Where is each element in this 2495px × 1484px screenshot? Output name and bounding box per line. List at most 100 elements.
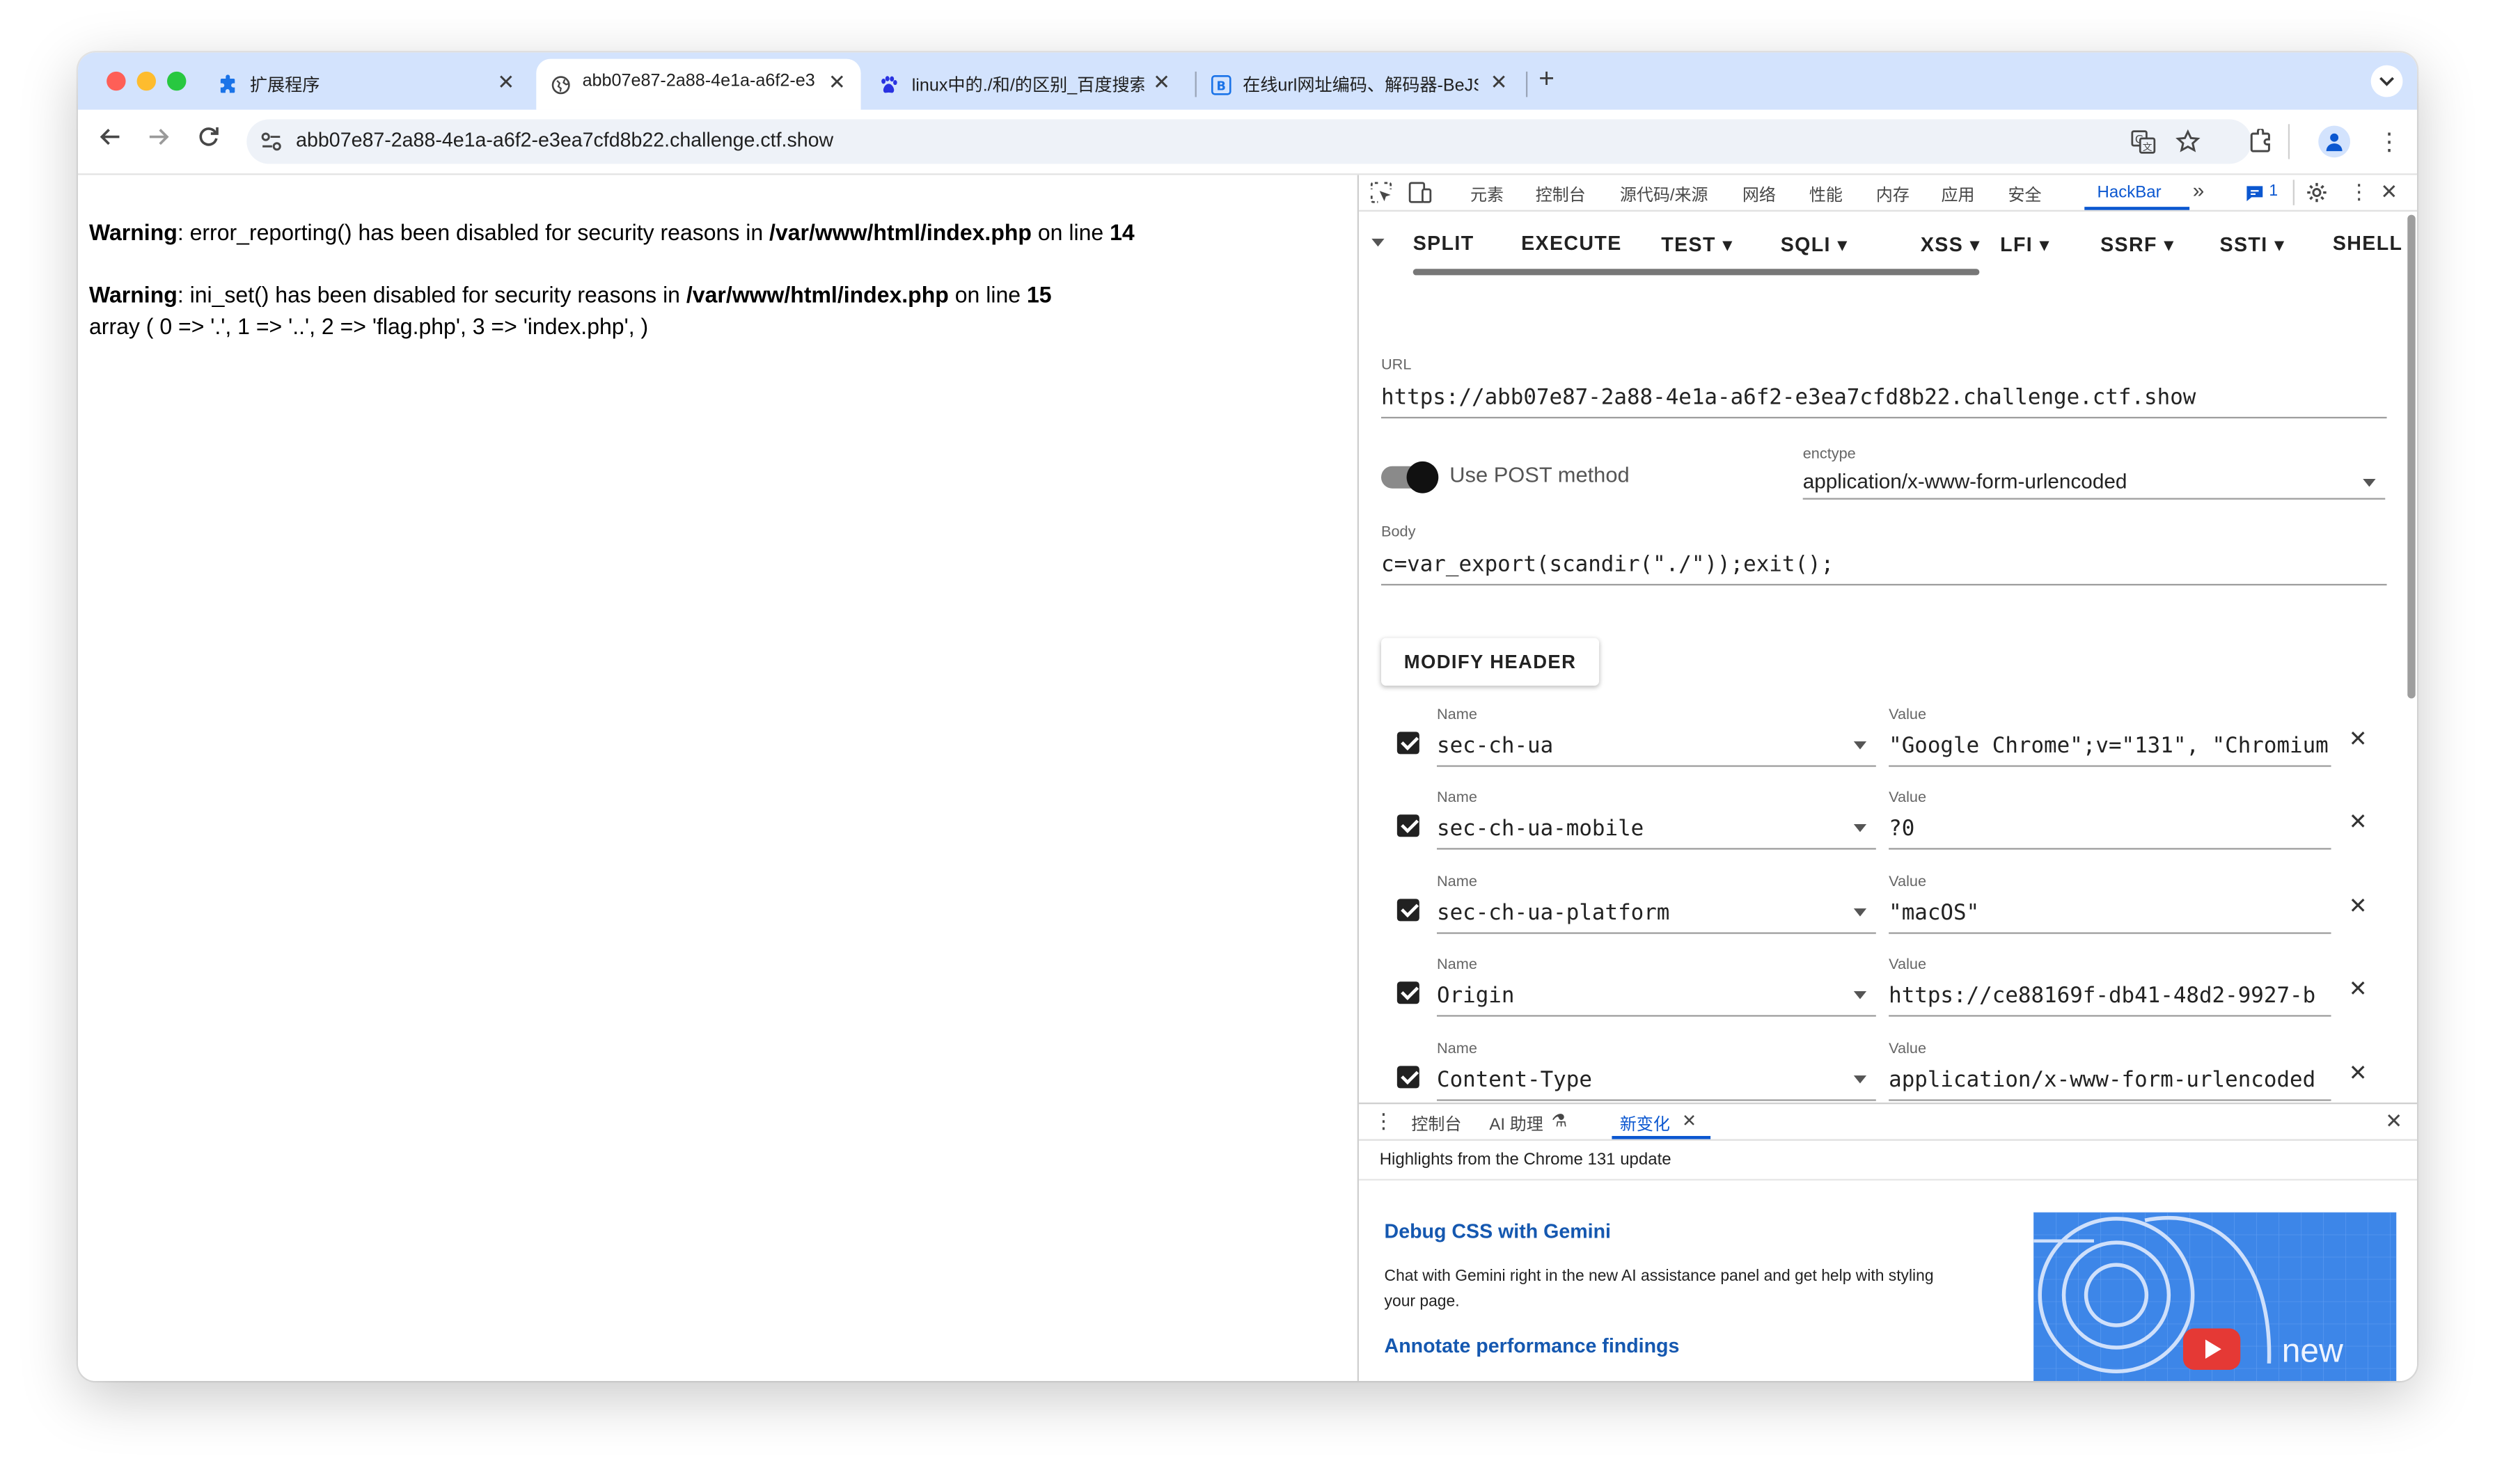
kebab-menu-icon[interactable]: ⋮ — [2377, 127, 2401, 156]
forward-arrow-icon[interactable] — [143, 126, 175, 153]
remove-header-icon[interactable]: ✕ — [2349, 725, 2368, 752]
reload-icon[interactable] — [193, 126, 225, 153]
more-tabs-chevron-icon[interactable]: » — [2193, 178, 2205, 202]
header-value-input[interactable]: "Google Chrome";v="131", "Chromium";v="1… — [1889, 734, 2331, 759]
hackbar-scrollbar[interactable] — [2407, 214, 2416, 699]
url-underline — [1380, 416, 2387, 419]
header-name-input[interactable]: sec-ch-ua — [1437, 734, 1834, 759]
whats-new-link-debug-css[interactable]: Debug CSS with Gemini — [1385, 1220, 1611, 1242]
hackbar-sqli-menu[interactable]: SQLI ▾ — [1781, 232, 1848, 256]
header-name-dropdown-arrow[interactable] — [1853, 823, 1867, 832]
hackbar-menu-scrollbar[interactable] — [1412, 269, 1980, 276]
tab-title: abb07e87-2a88-4e1a-a6f2-e3ea7cfd8b22 — [582, 71, 815, 91]
header-value-underline — [1889, 932, 2331, 934]
inspect-element-icon[interactable] — [1370, 182, 1392, 204]
header-name-dropdown-arrow[interactable] — [1853, 1075, 1867, 1084]
hackbar-ssrf-menu[interactable]: SSRF ▾ — [2100, 232, 2175, 256]
hackbar-menu-caret[interactable] — [1371, 238, 1385, 247]
hackbar-execute-button[interactable]: EXECUTE — [1521, 232, 1622, 255]
post-method-toggle[interactable] — [1380, 461, 1439, 494]
site-settings-icon[interactable] — [261, 132, 282, 151]
header-name-dropdown-arrow[interactable] — [1853, 741, 1867, 750]
tab-baidu[interactable]: linux中的./和/的区别_百度搜索 ✕ — [867, 59, 1189, 110]
bookmark-star-icon[interactable] — [2175, 129, 2201, 155]
issues-icon[interactable] — [2245, 184, 2264, 202]
device-toolbar-icon[interactable] — [1408, 182, 1432, 204]
remove-header-icon[interactable]: ✕ — [2349, 975, 2368, 1002]
tab-challenge[interactable]: abb07e87-2a88-4e1a-a6f2-e3ea7cfd8b22 ✕ — [536, 58, 861, 110]
close-devtools-icon[interactable]: ✕ — [2380, 180, 2398, 205]
drawer-tab-console[interactable]: 控制台 — [1411, 1112, 1461, 1136]
remove-header-icon[interactable]: ✕ — [2349, 892, 2368, 919]
close-tab-icon[interactable]: ✕ — [1151, 70, 1173, 96]
header-enabled-checkbox[interactable] — [1396, 814, 1419, 837]
play-button-icon[interactable] — [2182, 1328, 2241, 1370]
header-value-label: Value — [1889, 956, 1927, 974]
devtools-divider — [2292, 180, 2295, 205]
whats-new-link-annotate[interactable]: Annotate performance findings — [1385, 1335, 1680, 1357]
close-drawer-icon[interactable]: ✕ — [2385, 1109, 2402, 1135]
hackbar-shell-menu[interactable]: SHELL — [2333, 232, 2409, 255]
devtools-menu-kebab-icon[interactable]: ⋮ — [2349, 180, 2370, 205]
devtools-tab-security[interactable]: 安全 — [2008, 183, 2042, 207]
devtools-tab-hackbar[interactable]: HackBar — [2097, 183, 2162, 202]
tab-bejson[interactable]: B 在线url网址编码、解码器-BeJSON ✕ — [1202, 59, 1520, 110]
close-drawer-tab-icon[interactable]: ✕ — [1682, 1110, 1697, 1131]
drawer-tabbar: ⋮ 控制台 AI 助理 ⚗ 新变化 ✕ ✕ — [1358, 1104, 2417, 1141]
hackbar-lfi-menu[interactable]: LFI ▾ — [2000, 232, 2050, 256]
tab-search-button[interactable] — [2370, 65, 2403, 97]
header-value-input[interactable]: "macOS" — [1889, 901, 2331, 926]
back-arrow-icon[interactable] — [94, 126, 126, 153]
enctype-dropdown-arrow[interactable] — [2363, 478, 2376, 487]
close-tab-icon[interactable]: ✕ — [495, 70, 517, 96]
devtools-tab-network[interactable]: 网络 — [1742, 183, 1776, 207]
header-name-input[interactable]: Content-Type — [1437, 1068, 1834, 1094]
modify-header-button[interactable]: MODIFY HEADER — [1380, 638, 1600, 686]
hackbar-split-button[interactable]: SPLIT — [1413, 232, 1474, 255]
address-bar[interactable]: abb07e87-2a88-4e1a-a6f2-e3ea7cfd8b22.cha… — [246, 119, 2252, 164]
header-value-input[interactable]: application/x-www-form-urlencoded — [1889, 1068, 2331, 1094]
remove-header-icon[interactable]: ✕ — [2349, 808, 2368, 835]
profile-avatar[interactable] — [2318, 125, 2350, 158]
header-name-label: Name — [1436, 956, 1477, 974]
header-value-input[interactable]: https://ce88169f-db41-48d2-9927-b — [1889, 984, 2331, 1009]
header-name-dropdown-arrow[interactable] — [1853, 908, 1867, 917]
hackbar-body-input[interactable]: c=var_export(scandir("./"));exit(); — [1381, 552, 2384, 578]
extensions-icon[interactable] — [2249, 129, 2274, 155]
remove-header-icon[interactable]: ✕ — [2349, 1059, 2368, 1087]
hackbar-test-menu[interactable]: TEST ▾ — [1661, 232, 1733, 256]
header-name-dropdown-arrow[interactable] — [1853, 990, 1867, 1000]
header-name-input[interactable]: Origin — [1437, 984, 1834, 1009]
header-enabled-checkbox[interactable] — [1396, 981, 1419, 1004]
drawer-tab-whats-new[interactable]: 新变化 — [1620, 1112, 1670, 1136]
tab-extensions[interactable]: 扩展程序 ✕ — [202, 59, 530, 110]
devtools-tab-elements[interactable]: 元素 — [1470, 183, 1504, 207]
drawer-menu-kebab-icon[interactable]: ⋮ — [1374, 1109, 1394, 1135]
gear-icon[interactable] — [2306, 182, 2328, 204]
new-tab-plus-icon[interactable]: + — [1538, 63, 1555, 95]
translate-icon[interactable]: G 文 — [2131, 129, 2157, 155]
devtools-tab-sources[interactable]: 源代码/来源 — [1620, 183, 1708, 207]
close-tab-icon[interactable]: ✕ — [826, 70, 848, 96]
zoom-window-button[interactable] — [166, 71, 187, 91]
close-tab-icon[interactable]: ✕ — [1488, 70, 1510, 96]
whats-new-video-thumbnail[interactable]: new — [2033, 1212, 2397, 1381]
header-enabled-checkbox[interactable] — [1396, 732, 1419, 755]
header-enabled-checkbox[interactable] — [1396, 899, 1419, 922]
header-name-input[interactable]: sec-ch-ua-mobile — [1437, 816, 1834, 842]
minimize-window-button[interactable] — [136, 71, 156, 91]
header-enabled-checkbox[interactable] — [1396, 1066, 1419, 1089]
devtools-tab-memory[interactable]: 内存 — [1876, 183, 1910, 207]
hackbar-xss-menu[interactable]: XSS ▾ — [1921, 232, 1981, 256]
hackbar-ssti-menu[interactable]: SSTI ▾ — [2220, 232, 2285, 256]
devtools-tab-application[interactable]: 应用 — [1942, 183, 1975, 207]
hackbar-url-input[interactable]: https://abb07e87-2a88-4e1a-a6f2-e3ea7cfd… — [1381, 385, 2384, 411]
enctype-select[interactable]: application/x-www-form-urlencoded — [1803, 469, 2127, 493]
close-window-button[interactable] — [107, 71, 126, 91]
header-value-input[interactable]: ?0 — [1889, 816, 2331, 842]
devtools-tab-performance[interactable]: 性能 — [1809, 183, 1843, 207]
devtools-tab-console[interactable]: 控制台 — [1536, 183, 1586, 207]
header-value-underline — [1889, 1015, 2331, 1017]
header-name-input[interactable]: sec-ch-ua-platform — [1437, 901, 1834, 926]
drawer-tab-ai-assistance[interactable]: AI 助理 — [1489, 1112, 1543, 1136]
